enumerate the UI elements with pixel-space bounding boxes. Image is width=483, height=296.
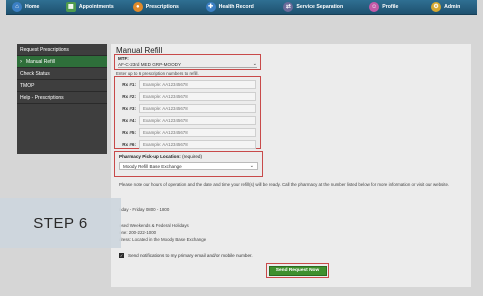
pickup-location-select[interactable]: Moody Refill Base Exchange ⌄ [119,162,258,170]
rx-label: Rx #2: [122,93,136,99]
nav-admin[interactable]: ⚙ Admin [427,0,477,15]
nav-home[interactable]: ⌂ Home [6,0,62,15]
rx-row: Rx #4: [117,115,256,125]
pickup-location-section: Pharmacy Pick-up Location: (required) Mo… [114,151,263,177]
top-navigation: ⌂ Home ▦ Appointments ● Prescriptions ✚ … [6,0,477,15]
rx-label: Rx #1: [122,81,136,87]
nav-health-record[interactable]: ✚ Health Record [202,0,280,15]
rx-label: Rx #5: [122,129,136,135]
nav-label: Prescriptions [145,4,179,10]
admin-icon: ⚙ [431,2,442,12]
pill-icon: ● [132,2,143,12]
contact-info: osed Weekends & Federal Holidays one: 20… [119,222,206,244]
rx-5-input[interactable] [139,127,256,137]
rx-label: Rx #4: [122,117,136,123]
nav-label: Service Separation [296,4,344,10]
chevron-down-icon: ⌄ [252,61,257,67]
notify-label: Send notifications to my primary email a… [128,253,253,258]
rx-row: Rx #5: [117,127,256,137]
pickup-label: Pharmacy Pick-up Location: (required) [119,154,258,159]
send-button-highlight: Send Request Now [266,263,329,278]
rx-label: Rx #6: [122,141,136,147]
nav-service-separation[interactable]: ⇄ Service Separation [279,0,365,15]
sidebar-item-label: TMOP [20,82,35,89]
sidebar-item-manual-refill[interactable]: › Manual Refill [17,56,107,68]
chevron-right-icon: › [20,58,22,65]
pickup-value: Moody Refill Base Exchange [123,163,182,169]
rx-6-input[interactable] [139,139,256,149]
rx-row: Rx #6: [117,139,256,149]
nav-label: Appointments [78,4,114,10]
chevron-down-icon: ⌄ [249,163,254,169]
closed-text: osed Weekends & Federal Holidays [119,223,189,228]
nav-appointments[interactable]: ▦ Appointments [62,0,129,15]
notify-checkbox[interactable]: ✓ [119,253,124,258]
hours-notice: Please note our hours of operation and t… [119,182,450,187]
rx-2-input[interactable] [139,91,256,101]
profile-icon: ☺ [369,2,380,12]
nav-profile[interactable]: ☺ Profile [365,0,427,15]
sidebar-item-label: Request Prescriptions [20,46,69,53]
sidebar-item-tmop[interactable]: TMOP [17,80,107,92]
sidebar-item-help-prescriptions[interactable]: Help - Prescriptions [17,92,107,104]
rx-label: Rx #3: [122,105,136,111]
rx-numbers-section: Rx #1: Rx #2: Rx #3: Rx #4: Rx #5: Rx #6… [114,76,261,149]
mtf-section: MTF: AF-C-23rd MED GRP-MOODY ⌄ [114,54,261,70]
sidebar-item-label: Check Status [20,70,50,77]
calendar-icon: ▦ [65,2,76,12]
rx-3-input[interactable] [139,103,256,113]
mtf-value: AF-C-23rd MED GRP-MOODY [118,62,182,67]
nav-label: Home [25,4,40,10]
nav-label: Admin [444,4,461,10]
sidebar-item-label: Help - Prescriptions [20,94,64,101]
sidebar: Request Prescriptions › Manual Refill Ch… [17,44,107,154]
mtf-select[interactable]: AF-C-23rd MED GRP-MOODY ⌄ [118,61,257,68]
home-icon: ⌂ [12,2,22,12]
sidebar-item-label: Manual Refill [26,58,55,65]
step-overlay: STEP 6 [0,198,121,248]
rx-row: Rx #2: [117,91,256,101]
main-content: Manual Refill MTF: AF-C-23rd MED GRP-MOO… [111,44,471,287]
pickup-required: (required) [182,154,202,159]
address-text: dress: Located in the Moody Base Exchang… [119,237,207,243]
step-label: STEP 6 [33,214,88,232]
phone-text: one: 200-222-1000 [119,230,157,236]
health-record-icon: ✚ [205,2,216,12]
pickup-label-text: Pharmacy Pick-up Location: [119,154,181,159]
sidebar-item-check-status[interactable]: Check Status [17,68,107,80]
rx-1-input[interactable] [139,79,256,89]
hours-text: nday - Friday 0800 - 1800 [119,207,170,212]
send-request-button[interactable]: Send Request Now [268,265,327,276]
sidebar-item-request-prescriptions[interactable]: Request Prescriptions [17,44,107,56]
rx-row: Rx #3: [117,103,256,113]
nav-label: Health Record [218,4,254,10]
nav-label: Profile [382,4,399,10]
nav-prescriptions[interactable]: ● Prescriptions [129,0,202,15]
rx-row: Rx #1: [117,79,256,89]
rx-4-input[interactable] [139,115,256,125]
notify-row: ✓ Send notifications to my primary email… [119,253,253,258]
separation-icon: ⇄ [283,2,294,12]
